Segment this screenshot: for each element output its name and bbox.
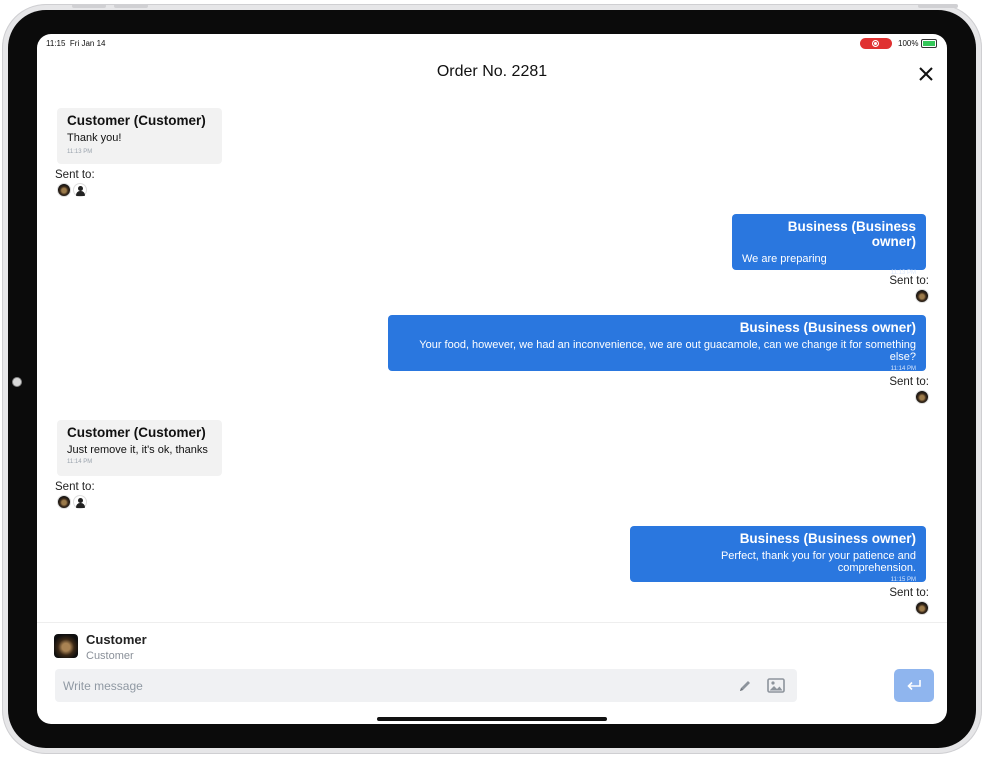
close-icon[interactable]	[918, 66, 934, 82]
person-icon	[73, 495, 87, 509]
message-time: 11:15 PM	[890, 577, 916, 583]
message-time: 11:14 PM	[890, 366, 916, 372]
avatar	[915, 601, 929, 615]
message-bubble: Business (Business owner) Your food, how…	[388, 315, 926, 372]
status-bar: 11:15 Fri Jan 14 100%	[37, 34, 947, 56]
home-indicator[interactable]	[377, 717, 607, 721]
hardware-button	[72, 4, 106, 8]
sent-to-avatars	[57, 183, 87, 197]
hardware-button	[918, 4, 958, 8]
footer-divider	[37, 622, 947, 623]
sent-to-label: Sent to:	[55, 481, 95, 493]
message-text: Thank you!	[67, 132, 122, 144]
message-sender: Business (Business owner)	[739, 531, 916, 546]
composer	[55, 669, 797, 702]
hardware-button	[114, 4, 148, 8]
message-input[interactable]	[55, 669, 715, 702]
message-bubble: Customer (Customer) Just remove it, it's…	[57, 420, 222, 476]
message-text: Just remove it, it's ok, thanks	[67, 444, 208, 456]
avatar	[915, 289, 929, 303]
battery-percent: 100%	[898, 39, 919, 48]
person-icon	[73, 183, 87, 197]
message-time: 11:14 PM	[67, 459, 93, 465]
message-sender: Customer (Customer)	[67, 425, 206, 440]
sent-to-avatars	[915, 289, 929, 303]
recipient-role: Customer	[86, 650, 134, 662]
screen-recording-indicator	[860, 38, 892, 49]
camera-dot	[12, 377, 22, 387]
message-text: Perfect, thank you for your patience and…	[720, 550, 916, 574]
message-bubble: Business (Business owner) We are prepari…	[732, 214, 926, 276]
page-title: Order No. 2281	[436, 63, 548, 80]
recipient-avatar	[54, 634, 78, 658]
sent-to-label: Sent to:	[55, 169, 95, 181]
recipient-name: Customer	[86, 632, 147, 647]
message-sender: Customer (Customer)	[67, 113, 206, 128]
message-list[interactable]: Customer (Customer) Thank you! 11:13 PM …	[37, 104, 947, 621]
sent-to-avatars	[57, 495, 87, 509]
sent-to-label: Sent to:	[889, 376, 929, 388]
message-sender: Business (Business owner)	[739, 320, 916, 335]
send-button[interactable]	[894, 669, 934, 702]
message-sender: Business (Business owner)	[787, 219, 916, 249]
status-time: 11:15 Fri Jan 14	[46, 39, 106, 48]
message-bubble: Customer (Customer) Thank you! 11:13 PM	[57, 108, 222, 164]
message-bubble: Business (Business owner) Perfect, thank…	[630, 526, 926, 583]
battery-icon	[921, 39, 937, 48]
sent-to-avatars	[915, 390, 929, 404]
enter-icon	[907, 680, 921, 691]
message-text: We are preparing	[742, 253, 827, 265]
image-icon[interactable]	[767, 678, 785, 693]
avatar	[915, 390, 929, 404]
avatar	[57, 495, 71, 509]
message-text: Your food, however, we had an inconvenie…	[419, 339, 916, 363]
message-time: 11:13 PM	[67, 149, 93, 155]
sent-to-label: Sent to:	[889, 275, 929, 287]
sent-to-avatars	[915, 601, 929, 615]
app-screen: 11:15 Fri Jan 14 100% Order No. 2281 Cus…	[37, 34, 947, 724]
avatar	[57, 183, 71, 197]
sent-to-label: Sent to:	[889, 587, 929, 599]
pen-icon[interactable]	[737, 678, 753, 694]
